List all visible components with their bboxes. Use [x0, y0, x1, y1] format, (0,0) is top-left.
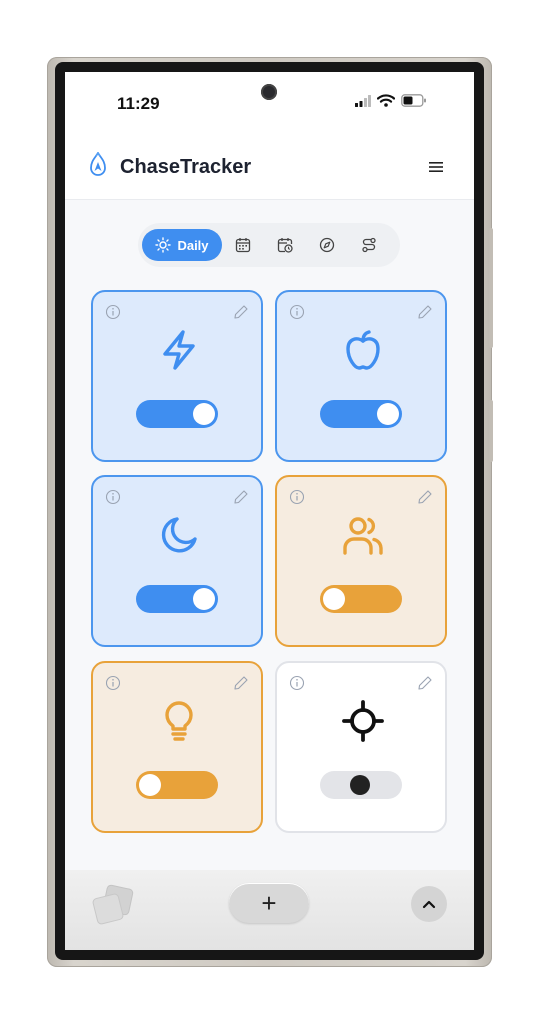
toggle-knob [139, 774, 161, 796]
habit-toggle[interactable] [136, 400, 218, 428]
habit-card-focus[interactable] [275, 661, 447, 833]
cards-stack-icon[interactable] [91, 884, 137, 928]
habit-card-nutrition[interactable] [275, 290, 447, 462]
habit-card-ideas[interactable] [91, 661, 263, 833]
logo-icon [90, 152, 106, 176]
info-icon[interactable] [105, 489, 121, 505]
app-header: ChaseTracker [65, 128, 474, 200]
habit-toggle[interactable] [320, 585, 402, 613]
apple-icon [346, 330, 380, 370]
scroll-up-button[interactable] [411, 886, 447, 922]
pencil-icon[interactable] [233, 675, 249, 691]
wifi-icon [377, 94, 395, 107]
tab-calendar[interactable] [230, 229, 256, 261]
bottom-bar: + [65, 870, 474, 950]
users-icon [343, 517, 383, 555]
phone-side-button [489, 228, 493, 348]
status-bar: 11:29 [65, 72, 474, 128]
toggle-knob [193, 588, 215, 610]
lightning-icon [163, 330, 195, 370]
info-icon[interactable] [289, 489, 305, 505]
battery-icon [401, 94, 426, 107]
calendar-icon [235, 238, 251, 253]
toggle-knob [193, 403, 215, 425]
tab-daily[interactable]: Daily [142, 229, 222, 261]
pencil-icon[interactable] [233, 489, 249, 505]
tab-calendar-clock[interactable] [272, 229, 298, 261]
view-switcher: Daily [138, 223, 400, 267]
habit-toggle[interactable] [136, 771, 218, 799]
moon-icon [161, 517, 197, 553]
toggle-knob [323, 588, 345, 610]
app-screen: 11:29 ChaseTracker Daily + [65, 72, 474, 950]
tab-route[interactable] [356, 229, 382, 261]
app-title: ChaseTracker [120, 156, 252, 178]
sun-icon [155, 237, 172, 253]
habit-toggle[interactable] [320, 771, 402, 799]
info-icon[interactable] [105, 675, 121, 691]
status-icons [355, 94, 427, 107]
phone-side-button [489, 400, 493, 462]
pencil-icon[interactable] [417, 675, 433, 691]
info-icon[interactable] [105, 304, 121, 320]
status-time: 11:29 [117, 94, 160, 113]
calendar-clock-icon [277, 238, 293, 253]
toggle-knob [377, 403, 399, 425]
front-camera [261, 84, 277, 100]
signal-icon [355, 94, 371, 107]
habit-toggle[interactable] [320, 400, 402, 428]
info-icon[interactable] [289, 304, 305, 320]
habit-card-sleep[interactable] [91, 475, 263, 647]
pencil-icon[interactable] [417, 304, 433, 320]
pencil-icon[interactable] [417, 489, 433, 505]
crosshair-icon [342, 700, 384, 742]
add-button[interactable]: + [229, 883, 309, 923]
hamburger-icon [429, 162, 443, 172]
habit-card-energy[interactable] [91, 290, 263, 462]
lightbulb-icon [165, 701, 193, 741]
tab-compass[interactable] [314, 229, 340, 261]
menu-button[interactable] [425, 156, 447, 178]
route-icon [362, 237, 376, 253]
toggle-knob [350, 775, 370, 795]
pencil-icon[interactable] [233, 304, 249, 320]
chevron-up-icon [422, 900, 436, 909]
info-icon[interactable] [289, 675, 305, 691]
compass-icon [319, 237, 335, 253]
habit-toggle[interactable] [136, 585, 218, 613]
habit-card-social[interactable] [275, 475, 447, 647]
tab-daily-label: Daily [177, 237, 209, 253]
